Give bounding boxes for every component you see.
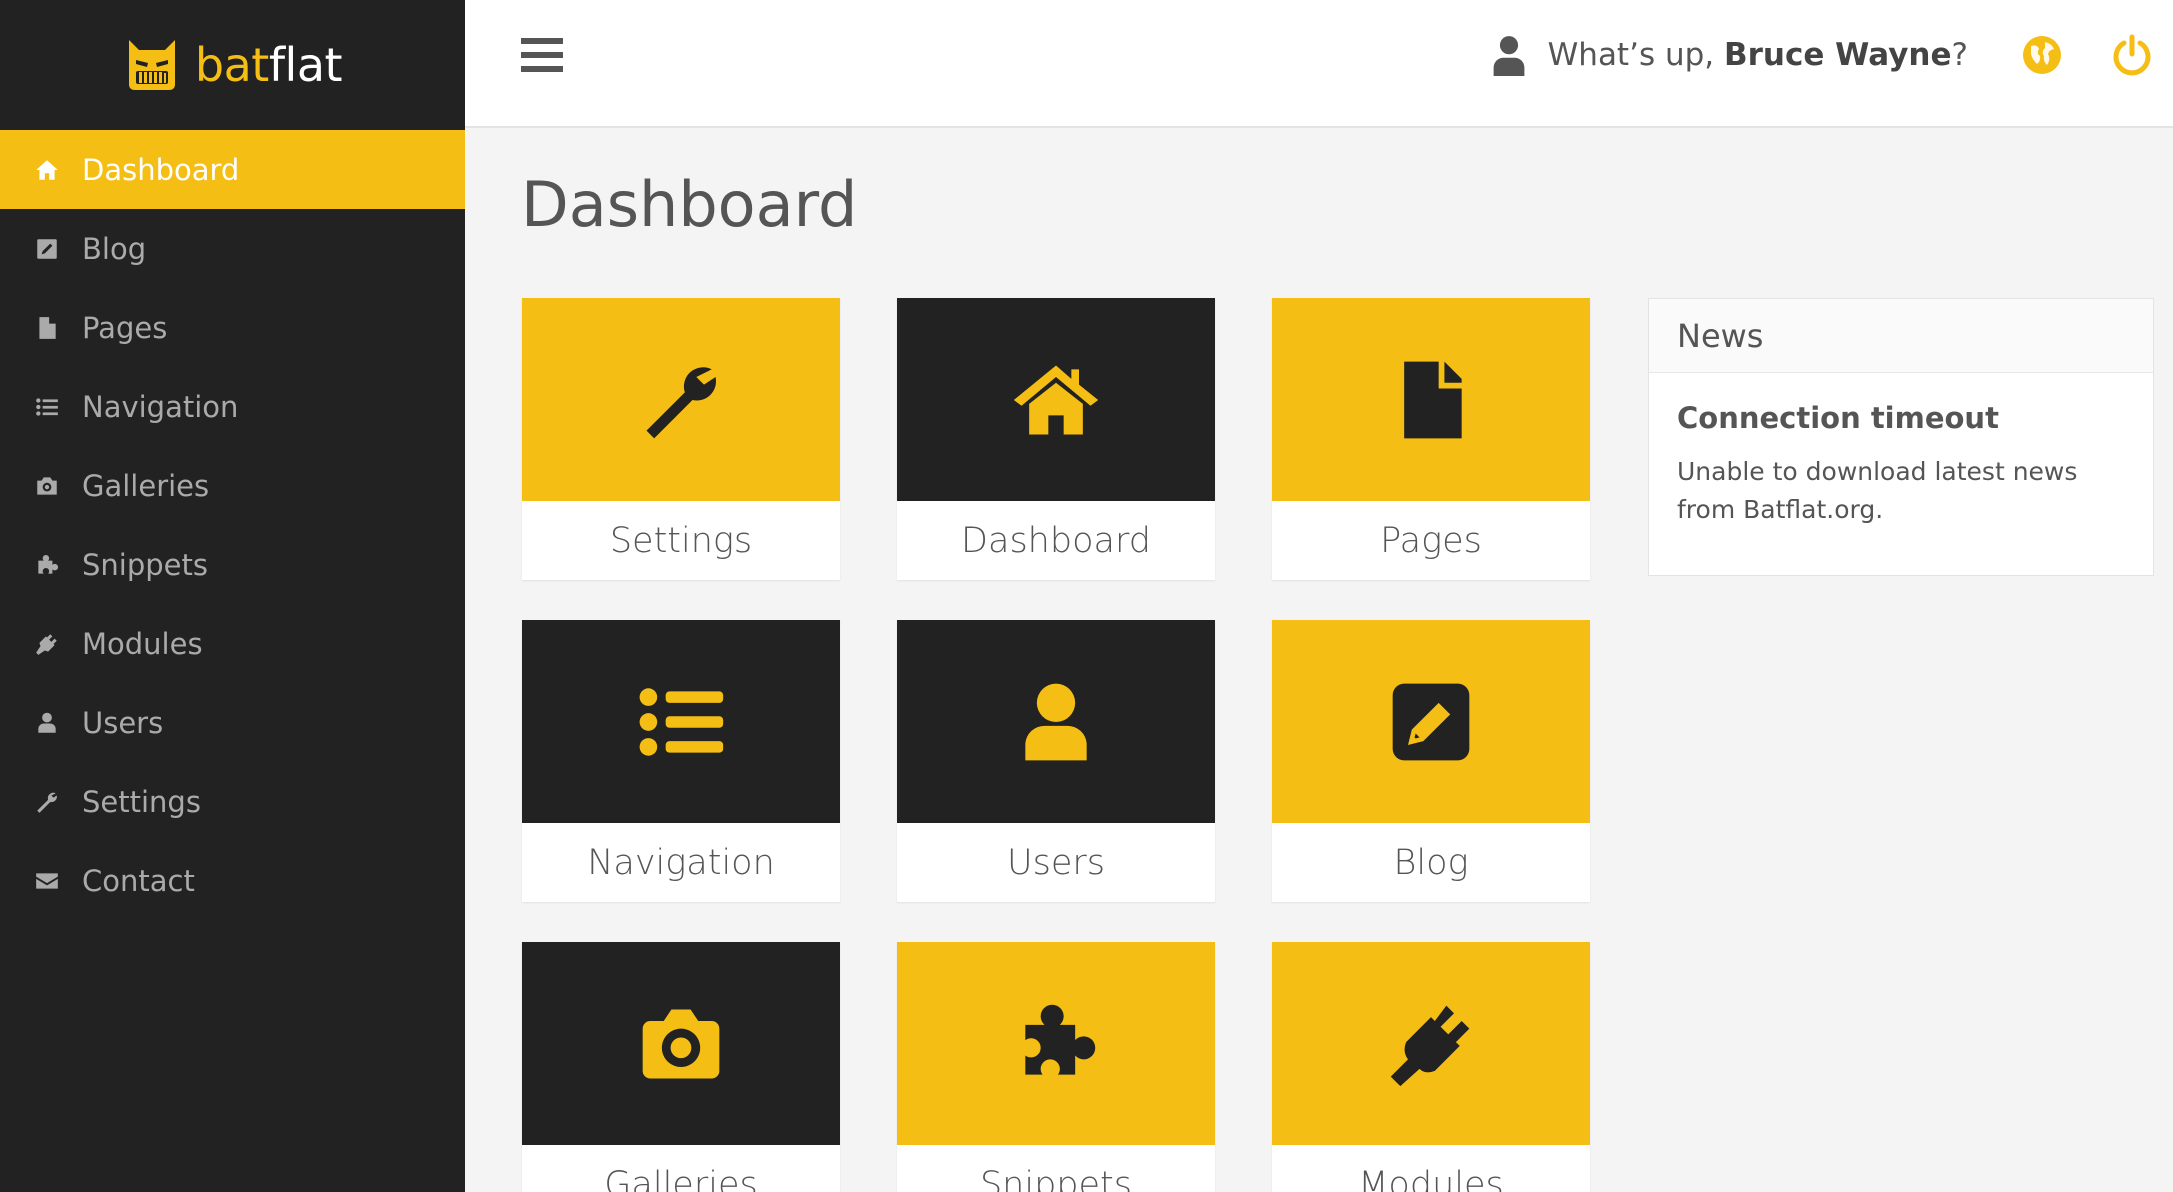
tile-icon-area bbox=[897, 298, 1215, 501]
sidebar-item-label: Contact bbox=[82, 863, 195, 898]
brand-part-flat: flat bbox=[268, 38, 343, 92]
menu-toggle-icon[interactable] bbox=[521, 38, 563, 76]
sidebar-item-label: Galleries bbox=[82, 468, 210, 503]
power-icon[interactable] bbox=[2111, 34, 2153, 76]
camera-icon bbox=[32, 471, 62, 501]
user-icon bbox=[1025, 683, 1087, 760]
tile-navigation[interactable]: Navigation bbox=[522, 620, 840, 902]
tile-blog[interactable]: Blog bbox=[1272, 620, 1590, 902]
user-name[interactable]: Bruce Wayne bbox=[1724, 37, 1952, 73]
sidebar-item-blog[interactable]: Blog bbox=[0, 209, 465, 288]
puzzle-icon bbox=[1025, 1004, 1096, 1075]
sidebar-item-settings[interactable]: Settings bbox=[0, 762, 465, 841]
sidebar-item-users[interactable]: Users bbox=[0, 683, 465, 762]
brand[interactable]: batflat bbox=[0, 0, 465, 130]
tile-label: Settings bbox=[609, 520, 753, 561]
tile-label: Navigation bbox=[587, 842, 775, 883]
tile-icon-area bbox=[1272, 620, 1590, 823]
tile-icon-area bbox=[522, 298, 840, 501]
sidebar-item-snippets[interactable]: Snippets bbox=[0, 525, 465, 604]
user-icon bbox=[1493, 36, 1525, 76]
news-text: Unable to download latest news from Batf… bbox=[1677, 457, 2078, 524]
sidebar-item-navigation[interactable]: Navigation bbox=[0, 367, 465, 446]
tile-label: Snippets bbox=[979, 1164, 1133, 1192]
sidebar-item-label: Settings bbox=[82, 784, 201, 819]
tile-modules[interactable]: Modules bbox=[1272, 942, 1590, 1192]
camera-icon bbox=[642, 1009, 720, 1078]
globe-icon[interactable] bbox=[2021, 34, 2063, 76]
sidebar-item-pages[interactable]: Pages bbox=[0, 288, 465, 367]
tile-icon-area bbox=[522, 620, 840, 823]
sidebar-item-label: Dashboard bbox=[82, 152, 240, 187]
tile-users[interactable]: Users bbox=[897, 620, 1215, 902]
tile-galleries[interactable]: Galleries bbox=[522, 942, 840, 1192]
wrench-icon bbox=[646, 366, 716, 438]
sidebar-item-dashboard[interactable]: Dashboard bbox=[0, 130, 465, 209]
tile-label: Blog bbox=[1393, 842, 1469, 883]
envelope-icon bbox=[32, 866, 62, 896]
tile-label: Users bbox=[1006, 842, 1105, 883]
news-title: Connection timeout bbox=[1677, 401, 1999, 435]
wrench-icon bbox=[32, 787, 62, 817]
sidebar-item-label: Pages bbox=[82, 310, 168, 345]
sidebar-item-label: Navigation bbox=[82, 389, 239, 424]
edit-icon bbox=[32, 234, 62, 264]
list-icon bbox=[639, 687, 724, 756]
file-icon bbox=[1404, 361, 1462, 438]
tile-snippets[interactable]: Snippets bbox=[897, 942, 1215, 1192]
tile-icon-area bbox=[897, 620, 1215, 823]
edit-icon bbox=[1392, 683, 1470, 760]
top-header: What’s up, Bruce Wayne? bbox=[465, 0, 2173, 128]
tile-label: Galleries bbox=[604, 1164, 758, 1192]
bat-mascot-icon bbox=[128, 40, 175, 90]
greeting-suffix: ? bbox=[1951, 37, 1968, 73]
tile-label: Pages bbox=[1380, 520, 1482, 561]
tile-icon-area bbox=[522, 942, 840, 1145]
sidebar-item-label: Modules bbox=[82, 626, 203, 661]
user-icon bbox=[32, 708, 62, 738]
file-icon bbox=[32, 313, 62, 343]
user-greeting: What’s up, Bruce Wayne? bbox=[1492, 34, 1968, 76]
sidebar: batflat Dashboard Blog Pages Navigation … bbox=[0, 0, 465, 1192]
news-panel: News Connection timeout Unable to downlo… bbox=[1648, 298, 2154, 576]
home-icon bbox=[32, 155, 62, 185]
news-heading: News bbox=[1649, 299, 2153, 373]
tile-icon-area bbox=[1272, 298, 1590, 501]
sidebar-item-galleries[interactable]: Galleries bbox=[0, 446, 465, 525]
plug-icon bbox=[1390, 1005, 1470, 1086]
sidebar-nav: Dashboard Blog Pages Navigation Gallerie… bbox=[0, 130, 465, 920]
sidebar-item-label: Snippets bbox=[82, 547, 208, 582]
puzzle-icon bbox=[32, 550, 62, 580]
tile-label: Modules bbox=[1358, 1164, 1504, 1192]
tile-icon-area bbox=[897, 942, 1215, 1145]
brand-part-bat: bat bbox=[194, 38, 269, 92]
sidebar-item-modules[interactable]: Modules bbox=[0, 604, 465, 683]
brand-name: batflat bbox=[194, 38, 343, 92]
news-body: Connection timeout Unable to download la… bbox=[1649, 373, 2153, 557]
page-title: Dashboard bbox=[521, 168, 858, 241]
tile-dashboard[interactable]: Dashboard bbox=[897, 298, 1215, 580]
list-icon bbox=[32, 392, 62, 422]
tile-pages[interactable]: Pages bbox=[1272, 298, 1590, 580]
tile-icon-area bbox=[1272, 942, 1590, 1145]
greeting-text: What’s up, Bruce Wayne? bbox=[1548, 37, 1968, 73]
tile-settings[interactable]: Settings bbox=[522, 298, 840, 580]
sidebar-item-label: Users bbox=[82, 705, 164, 740]
sidebar-item-label: Blog bbox=[82, 231, 147, 266]
plug-icon bbox=[32, 629, 62, 659]
tile-label: Dashboard bbox=[961, 520, 1151, 561]
greeting-prefix: What’s up, bbox=[1547, 37, 1724, 73]
sidebar-item-contact[interactable]: Contact bbox=[0, 841, 465, 920]
home-icon bbox=[1013, 365, 1099, 434]
